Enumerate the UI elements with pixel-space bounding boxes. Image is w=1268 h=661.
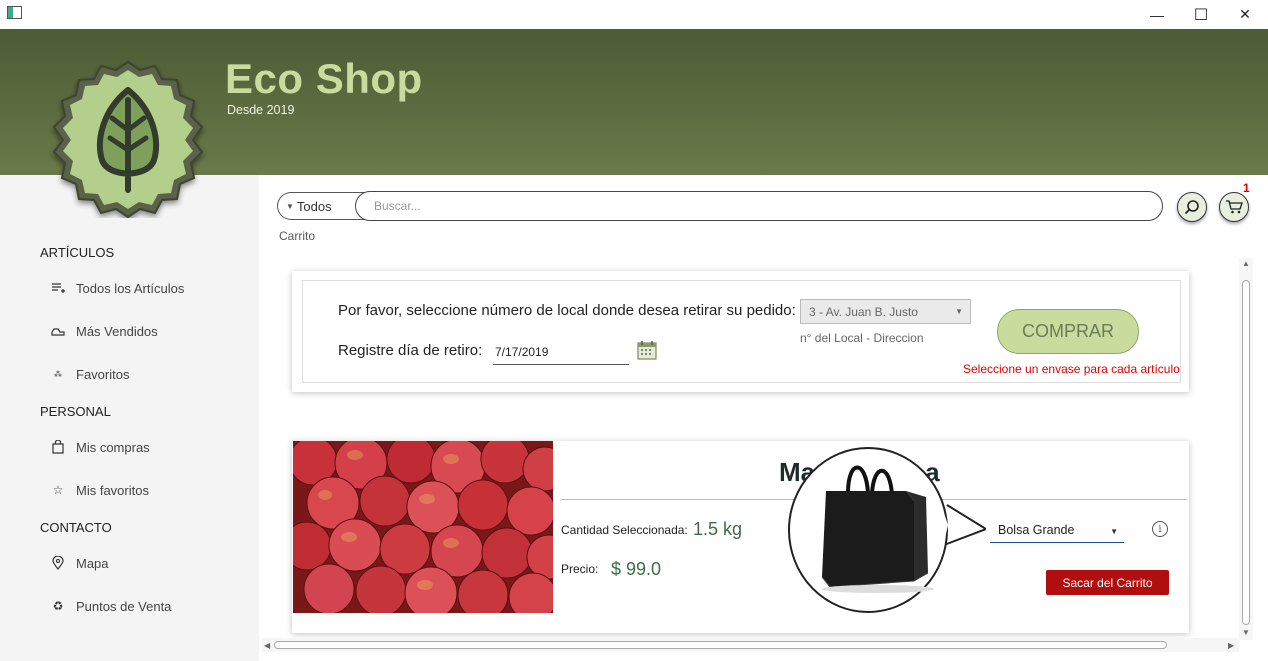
cart-button[interactable]	[1219, 192, 1249, 222]
brand-subtitle: Desde 2019	[227, 103, 295, 117]
window-titlebar: — ☐ ✕	[0, 0, 1268, 29]
buy-button[interactable]: COMPRAR	[997, 309, 1139, 354]
maximize-button[interactable]: ☐	[1178, 0, 1224, 29]
info-icon[interactable]: i	[1152, 521, 1168, 537]
search-icon	[1184, 200, 1199, 215]
local-hint: n° del Local - Direccion	[800, 331, 924, 345]
sidebar-item-label: Favoritos	[76, 366, 130, 382]
sidebar-item-mas-vendidos[interactable]: Más Vendidos	[46, 319, 246, 343]
list-add-icon	[46, 282, 70, 294]
vertical-scrollbar[interactable]: ▲ ▼	[1239, 258, 1253, 640]
container-selected-value: Bolsa Grande	[998, 523, 1075, 537]
pickup-date-value: 7/17/2019	[495, 344, 549, 359]
sidebar-item-label: Más Vendidos	[76, 323, 158, 339]
app-icon	[7, 6, 22, 19]
sidebar-item-label: Todos los Artículos	[76, 280, 185, 296]
caret-down-icon: ▼	[1110, 527, 1118, 536]
sidebar-item-label: Mis compras	[76, 439, 150, 455]
horizontal-scrollbar[interactable]: ◀ ▶	[262, 638, 1239, 652]
close-button[interactable]: ✕	[1222, 0, 1268, 29]
quantity-value: 1.5 kg	[693, 519, 743, 539]
filter-label: Todos	[296, 198, 332, 214]
sidebar-item-mis-compras[interactable]: Mis compras	[46, 435, 246, 459]
date-prompt: Registre día de retiro:	[338, 342, 483, 359]
calendar-icon[interactable]	[637, 340, 657, 360]
caret-down-icon: ▼	[955, 307, 963, 316]
price-value: $ 99.0	[611, 559, 662, 579]
search-placeholder: Buscar...	[374, 199, 421, 213]
container-select[interactable]: Bolsa Grande ▼	[990, 518, 1124, 543]
price-label: Precio:	[561, 562, 599, 576]
map-pin-icon	[46, 556, 70, 570]
local-prompt: Por favor, seleccione número de local do…	[338, 302, 796, 319]
sidebar-item-label: Mapa	[76, 555, 109, 571]
sidebar-item-mis-favoritos[interactable]: ☆ Mis favoritos	[46, 478, 246, 502]
container-warning: Seleccione un envase para cada artículo	[963, 362, 1180, 376]
remove-from-cart-button[interactable]: Sacar del Carrito	[1046, 570, 1169, 595]
sidebar-item-mapa[interactable]: Mapa	[46, 551, 246, 575]
breadcrumb: Carrito	[279, 229, 316, 243]
sidebar-item-todos-articulos[interactable]: Todos los Artículos	[46, 276, 246, 300]
scroll-thumb[interactable]	[1242, 280, 1250, 625]
stars-icon: ⁂	[54, 369, 62, 379]
bag-icon	[46, 440, 70, 454]
minimize-button[interactable]: —	[1134, 0, 1180, 29]
section-contacto: CONTACTO	[40, 520, 112, 535]
star-icon: ☆	[52, 483, 64, 497]
scroll-thumb[interactable]	[274, 641, 1167, 649]
caret-down-icon: ▼	[286, 201, 294, 211]
product-image	[293, 441, 553, 613]
brand-title: Eco Shop	[225, 55, 423, 102]
sidebar-item-puntos-venta[interactable]: ♻ Puntos de Venta	[46, 594, 246, 618]
cart-icon	[1226, 200, 1243, 214]
hand-icon	[46, 326, 70, 336]
pickup-date-field[interactable]: 7/17/2019	[493, 339, 629, 365]
bag-preview-bubble	[788, 447, 986, 613]
section-personal: PERSONAL	[40, 404, 111, 419]
local-selected-value: 3 - Av. Juan B. Justo	[809, 304, 918, 319]
section-articulos: ARTÍCULOS	[40, 245, 115, 260]
sidebar-item-label: Mis favoritos	[76, 482, 149, 498]
search-button[interactable]	[1177, 192, 1207, 222]
leaf-logo-icon	[52, 60, 204, 218]
sidebar-item-label: Puntos de Venta	[76, 598, 172, 614]
sidebar	[0, 175, 259, 661]
quantity-label: Cantidad Seleccionada:	[561, 523, 688, 537]
local-select[interactable]: 3 - Av. Juan B. Justo ▼	[800, 299, 971, 324]
search-input[interactable]: Buscar...	[355, 191, 1163, 221]
recycle-icon: ♻	[52, 599, 64, 613]
cart-count-badge: 1	[1243, 181, 1250, 195]
category-filter-dropdown[interactable]: ▼ Todos	[277, 192, 367, 220]
sidebar-item-favoritos[interactable]: ⁂ Favoritos	[46, 362, 246, 386]
